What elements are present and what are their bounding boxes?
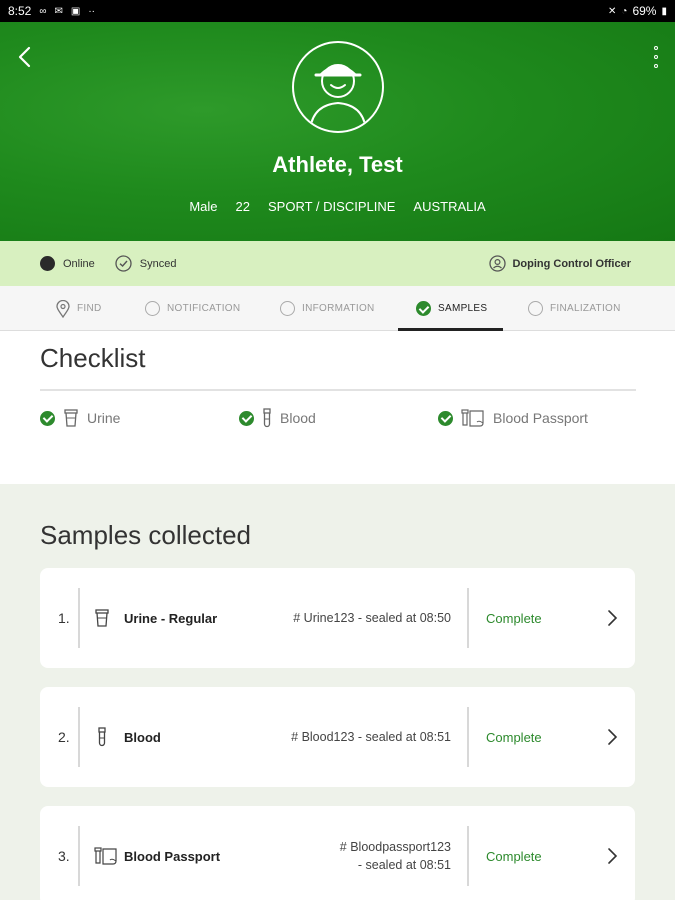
more-menu-icon[interactable] xyxy=(651,46,661,68)
athlete-sport: SPORT / DISCIPLINE xyxy=(268,199,396,214)
more-notifications-icon: ·· xyxy=(88,5,96,17)
empty-circle-icon xyxy=(528,301,543,316)
athlete-country: AUSTRALIA xyxy=(413,199,486,214)
online-dot-icon xyxy=(40,256,55,271)
chevron-right-icon[interactable] xyxy=(605,608,619,628)
samples-title: Samples collected xyxy=(40,520,251,550)
battery-percent: 69% xyxy=(632,4,657,18)
step-tabs: FIND NOTIFICATION INFORMATION SAMPLES FI… xyxy=(0,286,675,331)
tab-samples-label: SAMPLES xyxy=(438,303,488,314)
sample-card[interactable]: 1. Urine - Regular # Urine123 - sealed a… xyxy=(40,568,635,668)
blood-passport-icon xyxy=(461,409,484,427)
voicemail-icon: ∞ xyxy=(39,5,47,17)
divider xyxy=(467,826,469,886)
clock: 8:52 xyxy=(8,4,32,18)
sample-name: Blood xyxy=(124,729,161,745)
divider xyxy=(78,588,80,648)
sample-code: # Urine123 - sealed at 08:50 xyxy=(293,568,451,668)
athlete-meta: Male 22 SPORT / DISCIPLINE AUSTRALIA xyxy=(0,199,675,214)
sample-index: 3. xyxy=(58,848,70,864)
athlete-gender: Male xyxy=(189,199,218,214)
divider xyxy=(78,707,80,767)
sample-code-line: - sealed at 08:51 xyxy=(357,858,451,872)
divider xyxy=(467,707,469,767)
divider xyxy=(467,588,469,648)
checklist-title: Checklist xyxy=(40,343,146,373)
sample-code: # Blood123 - sealed at 08:51 xyxy=(291,687,451,787)
sample-code-line: # Bloodpassport123 xyxy=(339,840,451,854)
sync-status: Synced xyxy=(115,255,177,272)
sample-index: 2. xyxy=(58,729,70,745)
athlete-name: Athlete, Test xyxy=(272,152,403,177)
urine-cup-icon xyxy=(64,409,78,427)
blood-passport-icon xyxy=(94,806,118,900)
mute-icon: ✕ xyxy=(608,5,617,17)
tab-find[interactable]: FIND xyxy=(56,286,102,331)
checklist-item-label: Urine xyxy=(87,410,121,426)
athlete-avatar xyxy=(292,41,384,133)
sample-name: Blood Passport xyxy=(124,848,221,864)
connection-status-bar: Online Synced Doping Control Officer xyxy=(0,241,675,286)
samples-section: Samples collected 1. Urine - Regular # U… xyxy=(0,484,675,900)
sample-card[interactable]: 2. Blood # Blood123 - sealed at 08:51 Co… xyxy=(40,687,635,787)
divider xyxy=(78,826,80,886)
sample-status: Complete xyxy=(486,610,542,626)
checklist-section: Checklist Urine Blood Blood Passport xyxy=(0,331,675,484)
sample-code-line: # Urine123 - sealed at 08:50 xyxy=(293,611,451,625)
empty-circle-icon xyxy=(280,301,295,316)
back-arrow-icon[interactable] xyxy=(14,44,36,70)
user-role: Doping Control Officer xyxy=(489,255,631,272)
tab-notification-label: NOTIFICATION xyxy=(167,303,241,314)
blood-tube-icon xyxy=(263,408,271,428)
tab-information-label: INFORMATION xyxy=(302,303,375,314)
checklist-item-label: Blood xyxy=(280,410,316,426)
sample-code-line: # Blood123 - sealed at 08:51 xyxy=(291,730,451,744)
checklist-item-urine: Urine xyxy=(40,408,120,428)
athlete-age: 22 xyxy=(235,199,250,214)
image-icon: ▣ xyxy=(70,5,81,17)
checklist-item-blood: Blood xyxy=(239,408,316,428)
status-bar: 8:52 ∞ ✉ ▣ ·· ✕ ◔ 69% ▮ xyxy=(0,0,675,22)
check-circle-icon xyxy=(416,301,431,316)
check-circle-icon xyxy=(438,410,453,426)
tab-notification[interactable]: NOTIFICATION xyxy=(145,286,240,331)
tab-information[interactable]: INFORMATION xyxy=(280,286,375,331)
online-status: Online xyxy=(40,256,95,271)
sample-status: Complete xyxy=(486,729,542,745)
sample-code: # Bloodpassport123 - sealed at 08:51 xyxy=(340,806,451,900)
chevron-right-icon[interactable] xyxy=(605,846,619,866)
synced-label: Synced xyxy=(139,257,177,270)
sample-name: Urine - Regular xyxy=(124,610,218,626)
tab-finalization-label: FINALIZATION xyxy=(550,303,621,314)
online-label: Online xyxy=(63,257,95,270)
tab-find-label: FIND xyxy=(77,303,102,314)
divider xyxy=(40,389,636,391)
tab-finalization[interactable]: FINALIZATION xyxy=(528,286,621,331)
blood-tube-icon xyxy=(94,687,110,787)
checklist-item-blood-passport: Blood Passport xyxy=(438,408,588,428)
synced-check-icon xyxy=(115,255,132,272)
wifi-icon: ◔ xyxy=(621,5,628,17)
notification-icon: ✉ xyxy=(54,5,63,17)
check-circle-icon xyxy=(239,410,254,426)
athlete-header: Athlete, Test Male 22 SPORT / DISCIPLINE… xyxy=(0,22,675,241)
check-circle-icon xyxy=(40,410,55,426)
sample-status: Complete xyxy=(486,848,542,864)
location-pin-icon xyxy=(56,299,70,318)
empty-circle-icon xyxy=(145,301,160,316)
battery-icon: ▮ xyxy=(661,5,667,17)
role-label: Doping Control Officer xyxy=(512,257,631,270)
tab-samples[interactable]: SAMPLES xyxy=(397,286,504,331)
officer-badge-icon xyxy=(489,255,507,272)
sample-card[interactable]: 3. Blood Passport # Bloodpassport123 - s… xyxy=(40,806,635,900)
checklist-item-label: Blood Passport xyxy=(493,410,588,426)
urine-cup-icon xyxy=(94,568,110,668)
chevron-right-icon[interactable] xyxy=(605,727,619,747)
sample-index: 1. xyxy=(58,610,70,626)
